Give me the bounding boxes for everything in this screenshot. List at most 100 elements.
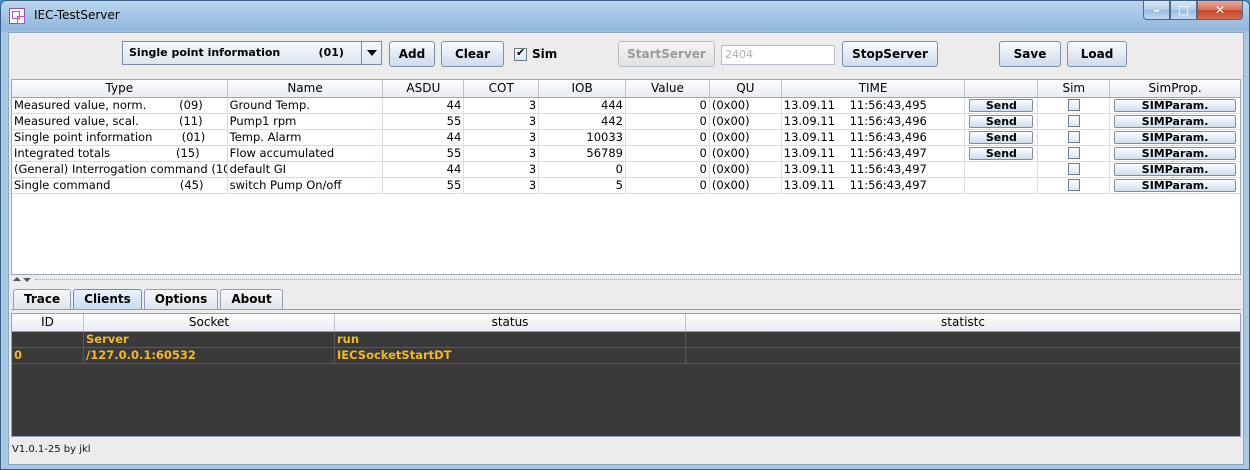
client-status: run	[335, 332, 686, 347]
simparam-button[interactable]: SIMParam.	[1114, 99, 1237, 112]
save-button[interactable]: Save	[999, 41, 1061, 67]
row-sim-cell	[1038, 114, 1111, 129]
tab-clients[interactable]: Clients	[73, 289, 142, 309]
row-iob: 442	[539, 114, 626, 129]
table-row[interactable]: Measured value, norm. (09) Ground Temp. 44…	[12, 98, 1240, 114]
chevron-down-icon[interactable]	[361, 42, 381, 64]
send-button[interactable]: Send	[969, 131, 1034, 144]
column-header-send[interactable]	[965, 80, 1039, 97]
tab-divider	[11, 309, 1241, 310]
sim-row-checkbox[interactable]	[1067, 131, 1080, 143]
port-input[interactable]: 2404	[721, 45, 835, 65]
type-select[interactable]: Single point information (01)	[122, 41, 382, 65]
row-asdu: 55	[383, 146, 465, 161]
row-send-cell	[965, 162, 1039, 177]
table-row[interactable]: (General) Interrogation command (10... de…	[12, 162, 1240, 178]
maximize-button[interactable]: □	[1170, 1, 1197, 20]
simparam-button[interactable]: SIMParam.	[1114, 179, 1237, 192]
column-header-simprop[interactable]: SimProp.	[1110, 80, 1240, 97]
sim-row-checkbox[interactable]	[1067, 179, 1080, 191]
row-value: 0	[626, 162, 710, 177]
row-iob: 56789	[539, 146, 626, 161]
client-socket: /127.0.0.1:60532	[84, 348, 335, 363]
table-row[interactable]: Single point information (01) Temp. Alarm…	[12, 130, 1240, 146]
table-row[interactable]: Server run	[12, 332, 1240, 348]
table-row[interactable]: Measured value, scal. (11) Pump1 rpm 55 3 44…	[12, 114, 1240, 130]
column-header-iob[interactable]: IOB	[539, 80, 626, 97]
row-value: 0	[626, 114, 710, 129]
row-simprop-cell: SIMParam.	[1110, 98, 1240, 113]
column-header-statistc[interactable]: statistc	[686, 314, 1240, 331]
title-bar[interactable]: IEC-TestServer – □ ✕	[1, 1, 1249, 31]
arrow-down-icon[interactable]	[23, 278, 31, 282]
app-window: IEC-TestServer – □ ✕ Single point inform…	[0, 0, 1250, 470]
row-time: 13.09.11 11:56:43,496	[782, 114, 966, 129]
tab-options[interactable]: Options	[143, 289, 219, 309]
clients-table: ID Socket status statistc Server run 0 /…	[11, 313, 1241, 437]
minimize-button[interactable]: –	[1143, 1, 1170, 20]
window-title: IEC-TestServer	[34, 8, 120, 22]
row-asdu: 44	[383, 98, 465, 113]
column-header-value[interactable]: Value	[626, 80, 710, 97]
column-header-qu[interactable]: QU	[710, 80, 782, 97]
row-cot: 3	[464, 114, 540, 129]
table-row[interactable]: Integrated totals (15) Flow accumulated 55…	[12, 146, 1240, 162]
row-type: Measured value, scal. (11)	[12, 114, 228, 129]
add-button[interactable]: Add	[389, 41, 435, 67]
minimize-icon: –	[1153, 3, 1160, 17]
row-iob: 0	[539, 162, 626, 177]
tab-about[interactable]: About	[220, 289, 283, 309]
column-header-status[interactable]: status	[335, 314, 686, 331]
client-statistc	[686, 332, 1240, 347]
row-sim-cell	[1038, 146, 1111, 161]
simparam-button[interactable]: SIMParam.	[1114, 131, 1237, 144]
tab-trace[interactable]: Trace	[13, 289, 72, 309]
divider-grip	[35, 279, 1241, 281]
split-pane-divider[interactable]	[11, 276, 1241, 284]
simparam-button[interactable]: SIMParam.	[1114, 115, 1237, 128]
row-value: 0	[626, 98, 710, 113]
column-header-cot[interactable]: COT	[464, 80, 540, 97]
sim-row-checkbox[interactable]	[1067, 99, 1080, 111]
sim-row-checkbox[interactable]	[1067, 115, 1080, 127]
column-header-sim[interactable]: Sim	[1038, 80, 1111, 97]
clear-button[interactable]: Clear	[441, 41, 504, 67]
arrow-up-icon[interactable]	[13, 277, 21, 281]
row-simprop-cell: SIMParam.	[1110, 146, 1240, 161]
row-qu: (0x00)	[710, 146, 782, 161]
send-button[interactable]: Send	[969, 99, 1034, 112]
row-type: Measured value, norm. (09)	[12, 98, 228, 113]
row-time: 13.09.11 11:56:43,495	[782, 98, 966, 113]
type-select-value: Single point information (01)	[129, 46, 344, 59]
data-points-table: Type Name ASDU COT IOB Value QU TIME Sim…	[11, 79, 1241, 275]
column-header-socket[interactable]: Socket	[84, 314, 335, 331]
row-cot: 3	[464, 178, 540, 193]
sim-row-checkbox[interactable]	[1067, 147, 1080, 159]
row-name: Temp. Alarm	[228, 130, 384, 145]
start-server-button[interactable]: StartServer	[618, 41, 715, 67]
column-header-time[interactable]: TIME	[782, 80, 966, 97]
column-header-name[interactable]: Name	[228, 80, 384, 97]
column-header-type[interactable]: Type	[12, 80, 228, 97]
row-simprop-cell: SIMParam.	[1110, 114, 1240, 129]
row-time: 13.09.11 11:56:43,497	[782, 162, 966, 177]
close-button[interactable]: ✕	[1197, 1, 1243, 20]
table-row[interactable]: 0 /127.0.0.1:60532 IECSocketStartDT	[12, 348, 1240, 364]
simparam-button[interactable]: SIMParam.	[1114, 163, 1237, 176]
row-type: Integrated totals (15)	[12, 146, 228, 161]
row-cot: 3	[464, 162, 540, 177]
row-type: Single point information (01)	[12, 130, 228, 145]
sim-checkbox[interactable]	[514, 46, 527, 61]
column-header-id[interactable]: ID	[12, 314, 84, 331]
client-area: Single point information (01) Add Clear …	[8, 32, 1244, 465]
sim-row-checkbox[interactable]	[1067, 163, 1080, 175]
send-button[interactable]: Send	[969, 147, 1034, 160]
simparam-button[interactable]: SIMParam.	[1114, 147, 1237, 160]
load-button[interactable]: Load	[1067, 41, 1127, 67]
window-controls: – □ ✕	[1143, 1, 1243, 21]
stop-server-button[interactable]: StopServer	[842, 41, 938, 67]
column-header-asdu[interactable]: ASDU	[383, 80, 465, 97]
send-button[interactable]: Send	[969, 115, 1034, 128]
row-sim-cell	[1038, 130, 1111, 145]
table-row[interactable]: Single command (45) switch Pump On/off 55 3…	[12, 178, 1240, 194]
